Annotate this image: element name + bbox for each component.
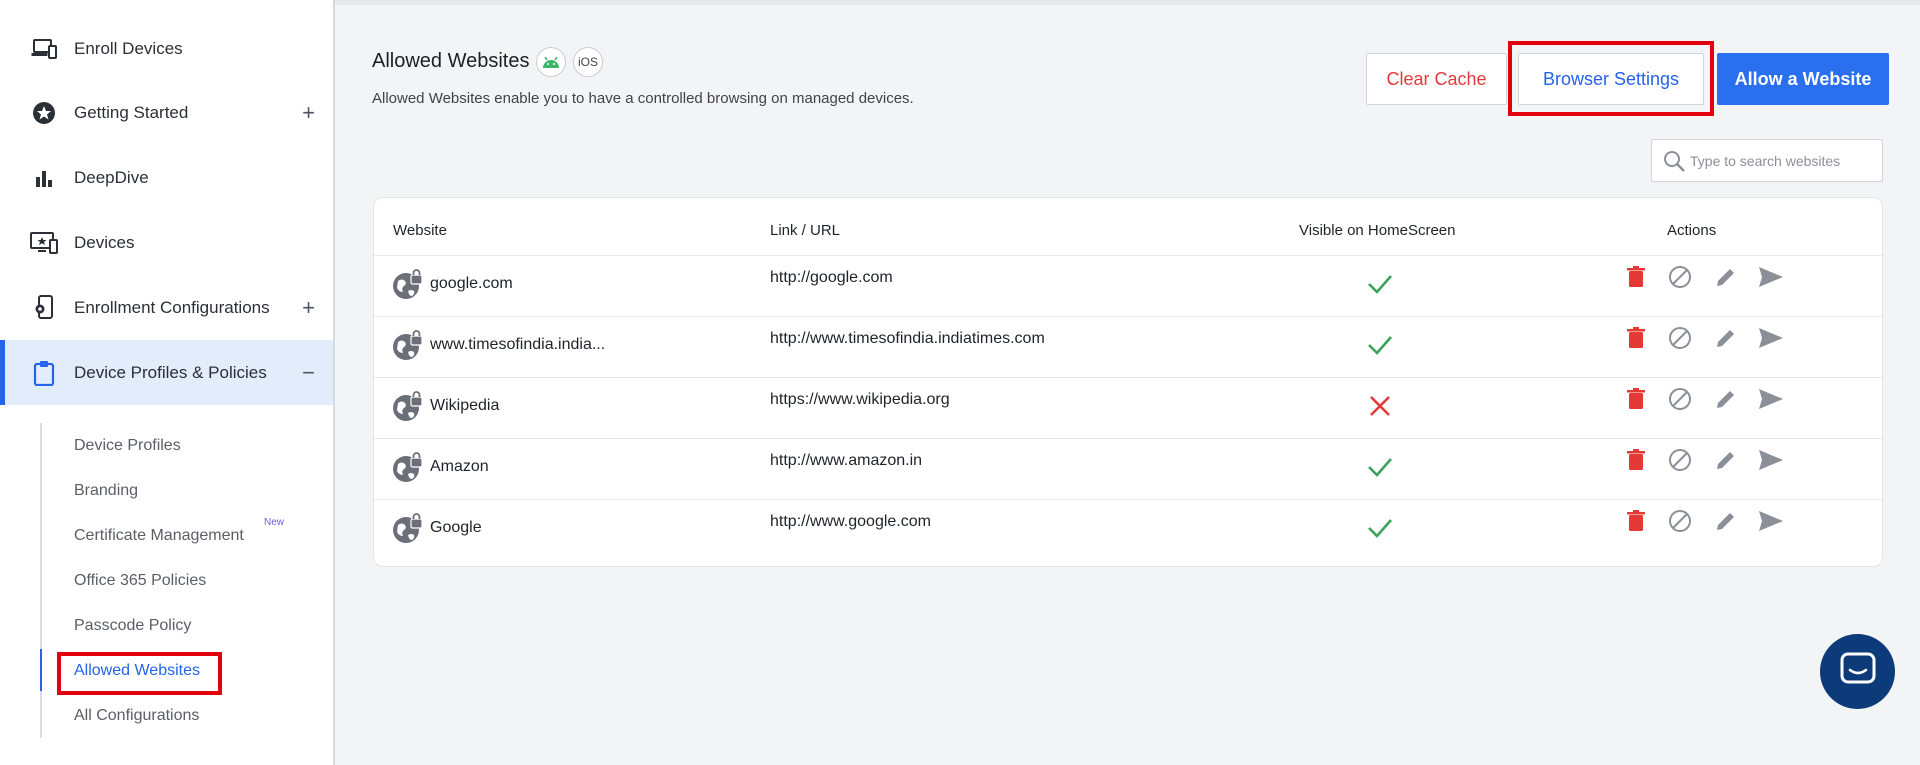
- highlight-box: [1508, 41, 1714, 116]
- sidebar-item-label: Getting Started: [74, 102, 189, 122]
- table-row[interactable]: Google http://www.google.com: [374, 499, 1882, 560]
- ios-badge: iOS: [573, 47, 603, 77]
- delete-icon[interactable]: [1621, 262, 1651, 292]
- column-header-url: Link / URL: [770, 222, 841, 239]
- clipboard-icon: [30, 359, 58, 387]
- bar-chart-icon: [30, 164, 58, 192]
- top-bar: [335, 0, 1920, 5]
- table-row[interactable]: Wikipedia https://www.wikipedia.org: [374, 377, 1882, 438]
- highlight-box: [57, 652, 222, 695]
- new-badge: New: [264, 517, 285, 528]
- clear-cache-button[interactable]: Clear Cache: [1366, 53, 1507, 105]
- sub-item-office-365-policies[interactable]: Office 365 Policies: [74, 572, 206, 590]
- send-icon[interactable]: [1756, 445, 1786, 475]
- column-header-website: Website: [393, 222, 447, 239]
- search-input[interactable]: [1690, 148, 1875, 174]
- website-name: google.com: [430, 275, 513, 292]
- website-url: http://www.google.com: [770, 513, 931, 530]
- sidebar-item-label: Device Profiles & Policies: [74, 362, 267, 382]
- website-url: http://google.com: [770, 269, 893, 286]
- website-url: http://www.amazon.in: [770, 452, 923, 469]
- disable-icon[interactable]: [1665, 323, 1695, 353]
- send-icon[interactable]: [1756, 262, 1786, 292]
- edit-icon[interactable]: [1711, 384, 1741, 414]
- edit-icon[interactable]: [1711, 262, 1741, 292]
- delete-icon[interactable]: [1621, 506, 1651, 536]
- check-icon: [1366, 453, 1394, 486]
- website-url: http://www.timesofindia.indiatimes.com: [770, 330, 1045, 347]
- send-icon[interactable]: [1756, 384, 1786, 414]
- sidebar-item-label: DeepDive: [74, 167, 149, 187]
- sidebar-item-getting-started[interactable]: Getting Started +: [0, 80, 333, 145]
- sub-item-device-profiles[interactable]: Device Profiles: [74, 437, 181, 455]
- expand-icon[interactable]: +: [302, 295, 315, 321]
- website-name: www.timesofindia.india...: [430, 336, 606, 353]
- chat-button[interactable]: [1820, 634, 1895, 709]
- phone-config-icon: [30, 294, 58, 322]
- delete-icon[interactable]: [1621, 445, 1651, 475]
- delete-icon[interactable]: [1621, 323, 1651, 353]
- sidebar-item-label: Devices: [74, 232, 135, 252]
- table-row[interactable]: google.com http://google.com: [374, 255, 1882, 316]
- globe-lock-icon: [392, 330, 424, 367]
- website-name: Wikipedia: [430, 397, 500, 414]
- disable-icon[interactable]: [1665, 262, 1695, 292]
- sidebar-item-enroll-devices[interactable]: Enroll Devices: [0, 16, 333, 81]
- sidebar-item-device-profiles-policies[interactable]: Device Profiles & Policies −: [0, 340, 333, 405]
- sidebar-item-label: Enroll Devices: [74, 38, 183, 58]
- globe-lock-icon: [392, 269, 424, 306]
- check-icon: [1366, 514, 1394, 547]
- page-title: Allowed Websites: [372, 50, 530, 72]
- sub-item-all-configurations[interactable]: All Configurations: [74, 707, 199, 725]
- disable-icon[interactable]: [1665, 506, 1695, 536]
- cross-icon: [1366, 392, 1394, 425]
- send-icon[interactable]: [1756, 506, 1786, 536]
- check-icon: [1366, 331, 1394, 364]
- sub-item-branding[interactable]: Branding: [74, 482, 138, 500]
- sidebar-item-deepdive[interactable]: DeepDive: [0, 145, 333, 210]
- page-subtitle: Allowed Websites enable you to have a co…: [372, 90, 914, 107]
- check-icon: [1366, 270, 1394, 303]
- column-header-actions: Actions: [1667, 222, 1717, 239]
- sub-item-certificate-management[interactable]: Certificate Management New: [74, 517, 284, 545]
- column-header-visible: Visible on HomeScreen: [1299, 222, 1456, 239]
- website-url: https://www.wikipedia.org: [770, 391, 950, 408]
- send-icon[interactable]: [1756, 323, 1786, 353]
- disable-icon[interactable]: [1665, 445, 1695, 475]
- active-marker: [40, 649, 42, 691]
- devices-icon: [30, 35, 58, 63]
- star-badge-icon: [30, 99, 58, 127]
- disable-icon[interactable]: [1665, 384, 1695, 414]
- website-name: Amazon: [430, 458, 489, 475]
- table-row[interactable]: www.timesofindia.india... http://www.tim…: [374, 316, 1882, 377]
- website-name: Google: [430, 519, 482, 536]
- expand-icon[interactable]: +: [302, 100, 315, 126]
- edit-icon[interactable]: [1711, 323, 1741, 353]
- search-box: [1651, 139, 1883, 182]
- chat-icon: [1840, 652, 1876, 691]
- android-icon: [536, 47, 566, 77]
- globe-lock-icon: [392, 513, 424, 550]
- edit-icon[interactable]: [1711, 506, 1741, 536]
- search-icon: [1662, 149, 1686, 178]
- edit-icon[interactable]: [1711, 445, 1741, 475]
- sidebar-item-devices[interactable]: Devices: [0, 210, 333, 275]
- sidebar-item-label: Enrollment Configurations: [74, 297, 270, 317]
- sub-item-label: Certificate Management: [74, 527, 244, 544]
- allow-website-button[interactable]: Allow a Website: [1717, 53, 1889, 105]
- sidebar-item-enrollment-configurations[interactable]: Enrollment Configurations +: [0, 275, 333, 340]
- collapse-icon[interactable]: −: [302, 360, 315, 386]
- table-row[interactable]: Amazon http://www.amazon.in: [374, 438, 1882, 499]
- sidebar: Enroll Devices Getting Started + DeepDiv…: [0, 0, 335, 765]
- websites-table: Website Link / URL Visible on HomeScreen…: [373, 197, 1883, 567]
- globe-lock-icon: [392, 391, 424, 428]
- globe-lock-icon: [392, 452, 424, 489]
- sub-item-passcode-policy[interactable]: Passcode Policy: [74, 617, 191, 635]
- monitor-icon: [30, 229, 58, 257]
- delete-icon[interactable]: [1621, 384, 1651, 414]
